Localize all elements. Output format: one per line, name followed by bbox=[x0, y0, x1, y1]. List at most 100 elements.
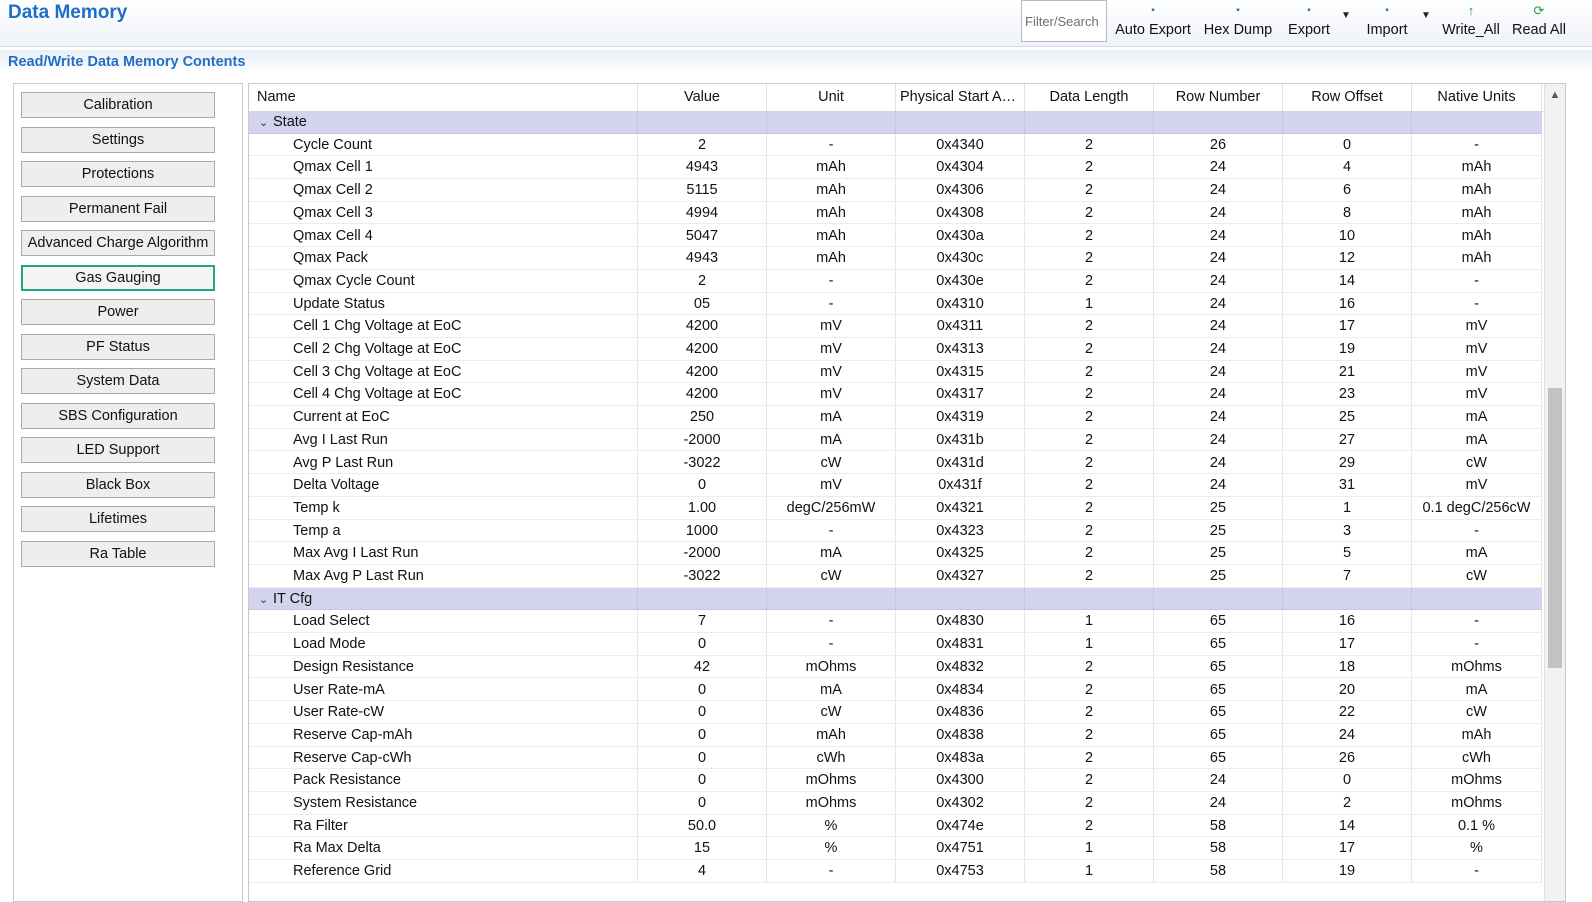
cell-value[interactable]: 4200 bbox=[638, 315, 767, 338]
table-row[interactable]: Reserve Cap-mAh 0 mAh 0x4838 2 65 24 mAh bbox=[249, 723, 1542, 747]
sidebar-item-system-data[interactable]: System Data bbox=[21, 368, 215, 394]
table-row[interactable]: Reserve Cap-cWh 0 cWh 0x483a 2 65 26 cWh bbox=[249, 746, 1542, 770]
cell-value[interactable]: 5115 bbox=[638, 179, 767, 202]
hex-dump-button[interactable]: ▪ Hex Dump bbox=[1200, 0, 1276, 44]
table-row[interactable]: Qmax Pack 4943 mAh 0x430c 2 24 12 mAh bbox=[249, 247, 1542, 270]
cell-value[interactable]: 0 bbox=[638, 633, 767, 656]
sidebar-item-calibration[interactable]: Calibration bbox=[21, 92, 215, 118]
cell-value[interactable]: 0 bbox=[638, 678, 767, 701]
cell-value[interactable]: 0 bbox=[638, 723, 767, 746]
cell-value[interactable]: 0 bbox=[638, 769, 767, 792]
cell-value[interactable]: 4 bbox=[638, 860, 767, 883]
cell-value[interactable]: 4943 bbox=[638, 247, 767, 270]
cell-value[interactable]: 2 bbox=[638, 269, 767, 292]
sidebar-item-gas-gauging[interactable]: Gas Gauging bbox=[21, 264, 215, 291]
table-row[interactable]: User Rate-cW 0 cW 0x4836 2 65 22 cW bbox=[249, 701, 1542, 724]
table-row[interactable]: Temp a 1000-0x4323 2 25 3- bbox=[249, 519, 1542, 543]
table-row[interactable]: Cell 4 Chg Voltage at EoC 4200 mV 0x4317 2 24… bbox=[249, 383, 1542, 407]
table-row[interactable]: Cycle Count 2-0x4340 2 26 0- bbox=[249, 133, 1542, 157]
import-button[interactable]: ▪ Import bbox=[1362, 0, 1412, 44]
table-row[interactable]: Max Avg P Last Run -3022 cW 0x4327 2 25 7 cW bbox=[249, 565, 1542, 588]
sidebar-item-black-box[interactable]: Black Box bbox=[21, 471, 215, 498]
column-header-value[interactable]: Value bbox=[638, 84, 767, 111]
cell-value[interactable]: 1.00 bbox=[638, 496, 767, 519]
table-row[interactable]: Qmax Cell 1 4943 mAh 0x4304 2 24 4 mAh bbox=[249, 156, 1542, 180]
table-row[interactable]: Ra Max Delta 15% 0x4751 1 58 17% bbox=[249, 837, 1542, 861]
column-header-row-number[interactable]: Row Number bbox=[1154, 84, 1283, 111]
table-row[interactable]: Delta Voltage 0 mV 0x431f 2 24 31 mV bbox=[249, 474, 1542, 497]
table-row[interactable]: User Rate-mA 0 mA 0x4834 2 65 20 mA bbox=[249, 678, 1542, 702]
chevron-down-icon[interactable]: ⌄ bbox=[259, 112, 273, 134]
cell-value[interactable]: 5047 bbox=[638, 224, 767, 247]
column-header-data-length[interactable]: Data Length bbox=[1025, 84, 1154, 111]
filter-search-input[interactable] bbox=[1021, 0, 1107, 42]
table-row[interactable]: Load Select 7-0x4830 1 65 16- bbox=[249, 610, 1542, 634]
group-row-it-cfg[interactable]: ⌄ IT Cfg bbox=[249, 587, 1542, 611]
table-row[interactable]: Cell 2 Chg Voltage at EoC 4200 mV 0x4313 2 24… bbox=[249, 338, 1542, 361]
cell-value[interactable]: 4994 bbox=[638, 201, 767, 224]
auto-export-button[interactable]: ▪ Auto Export bbox=[1112, 0, 1194, 44]
sidebar-item-advanced-charge-algorithm[interactable]: Advanced Charge Algorithm bbox=[21, 230, 215, 256]
chevron-down-icon[interactable]: ⌄ bbox=[259, 589, 273, 611]
sidebar-item-lifetimes[interactable]: Lifetimes bbox=[21, 506, 215, 532]
sidebar-item-settings[interactable]: Settings bbox=[21, 126, 215, 153]
export-button[interactable]: ▪ Export bbox=[1284, 0, 1334, 44]
cell-value[interactable]: 50.0 bbox=[638, 814, 767, 837]
read-all-button[interactable]: ⟳ Read All bbox=[1510, 0, 1568, 44]
cell-value[interactable]: 0 bbox=[638, 474, 767, 497]
sidebar-item-sbs-configuration[interactable]: SBS Configuration bbox=[21, 402, 215, 429]
table-row[interactable]: Ra Filter 50.0% 0x474e 2 58 14 0.1 % bbox=[249, 814, 1542, 838]
table-row[interactable]: Qmax Cell 4 5047 mAh 0x430a 2 24 10 mAh bbox=[249, 224, 1542, 248]
cell-value[interactable]: 05 bbox=[638, 292, 767, 315]
column-header-name[interactable]: Name bbox=[249, 84, 638, 111]
group-toggle[interactable]: ⌄ State bbox=[259, 111, 307, 133]
table-row[interactable]: Update Status 05-0x4310 1 24 16- bbox=[249, 292, 1542, 316]
column-header-physical-start-address[interactable]: Physical Start Ad... bbox=[896, 84, 1025, 111]
sidebar-item-power[interactable]: Power bbox=[21, 299, 215, 325]
table-row[interactable]: Design Resistance 42 mOhms 0x4832 2 65 18 mOhms bbox=[249, 655, 1542, 679]
column-header-native-units[interactable]: Native Units bbox=[1412, 84, 1542, 111]
column-header-unit[interactable]: Unit bbox=[767, 84, 896, 111]
cell-value[interactable]: -2000 bbox=[638, 542, 767, 565]
sidebar-item-permanent-fail[interactable]: Permanent Fail bbox=[21, 195, 215, 222]
cell-value[interactable]: 4200 bbox=[638, 338, 767, 360]
sidebar-item-protections[interactable]: Protections bbox=[21, 161, 215, 187]
table-row[interactable]: Qmax Cell 2 5115 mAh 0x4306 2 24 6 mAh bbox=[249, 179, 1542, 202]
scroll-up-arrow-icon[interactable]: ▲ bbox=[1545, 84, 1565, 106]
sidebar-item-ra-table[interactable]: Ra Table bbox=[21, 540, 215, 567]
cell-value[interactable]: -3022 bbox=[638, 565, 767, 587]
table-row[interactable]: System Resistance 0 mOhms 0x4302 2 24 2 mOhms bbox=[249, 792, 1542, 815]
cell-value[interactable]: 4200 bbox=[638, 383, 767, 406]
group-toggle[interactable]: ⌄ IT Cfg bbox=[259, 588, 312, 610]
import-dropdown-arrow-icon[interactable]: ▼ bbox=[1421, 10, 1431, 21]
cell-value[interactable]: 2 bbox=[638, 133, 767, 156]
group-row-state[interactable]: ⌄ State bbox=[249, 111, 1542, 134]
vertical-scrollbar[interactable]: ▲ bbox=[1544, 84, 1565, 901]
table-row[interactable]: Cell 1 Chg Voltage at EoC 4200 mV 0x4311 2 24… bbox=[249, 315, 1542, 338]
table-row[interactable]: Avg P Last Run -3022 cW 0x431d 2 24 29 cW bbox=[249, 451, 1542, 475]
table-row[interactable]: Cell 3 Chg Voltage at EoC 4200 mV 0x4315 2 24… bbox=[249, 360, 1542, 384]
cell-value[interactable]: 4943 bbox=[638, 156, 767, 179]
cell-value[interactable]: 4200 bbox=[638, 360, 767, 383]
table-row[interactable]: Avg I Last Run -2000 mA 0x431b 2 24 27 mA bbox=[249, 428, 1542, 452]
cell-value[interactable]: 1000 bbox=[638, 519, 767, 542]
sidebar-item-led-support[interactable]: LED Support bbox=[21, 437, 215, 463]
sidebar-item-pf-status[interactable]: PF Status bbox=[21, 333, 215, 360]
cell-value[interactable]: 42 bbox=[638, 655, 767, 678]
cell-value[interactable]: -3022 bbox=[638, 451, 767, 474]
cell-value[interactable]: 0 bbox=[638, 701, 767, 724]
scrollbar-thumb[interactable] bbox=[1548, 388, 1562, 668]
cell-value[interactable]: -2000 bbox=[638, 428, 767, 451]
cell-value[interactable]: 15 bbox=[638, 837, 767, 860]
table-row[interactable]: Max Avg I Last Run -2000 mA 0x4325 2 25 5 mA bbox=[249, 542, 1542, 565]
table-row[interactable]: Reference Grid 4-0x4753 1 58 19- bbox=[249, 860, 1542, 883]
table-row[interactable]: Pack Resistance 0 mOhms 0x4300 2 24 0 mOhms bbox=[249, 769, 1542, 792]
cell-value[interactable]: 7 bbox=[638, 610, 767, 633]
table-row[interactable]: Qmax Cycle Count 2-0x430e 2 24 14- bbox=[249, 269, 1542, 293]
column-header-row-offset[interactable]: Row Offset bbox=[1283, 84, 1412, 111]
cell-value[interactable]: 250 bbox=[638, 406, 767, 429]
table-row[interactable]: Temp k 1.00 degC/256mW 0x4321 2 25 1 0.1 degC/2… bbox=[249, 496, 1542, 520]
export-dropdown-arrow-icon[interactable]: ▼ bbox=[1341, 10, 1351, 21]
write-all-button[interactable]: ↑ Write_All bbox=[1440, 0, 1502, 44]
table-row[interactable]: Qmax Cell 3 4994 mAh 0x4308 2 24 8 mAh bbox=[249, 201, 1542, 225]
